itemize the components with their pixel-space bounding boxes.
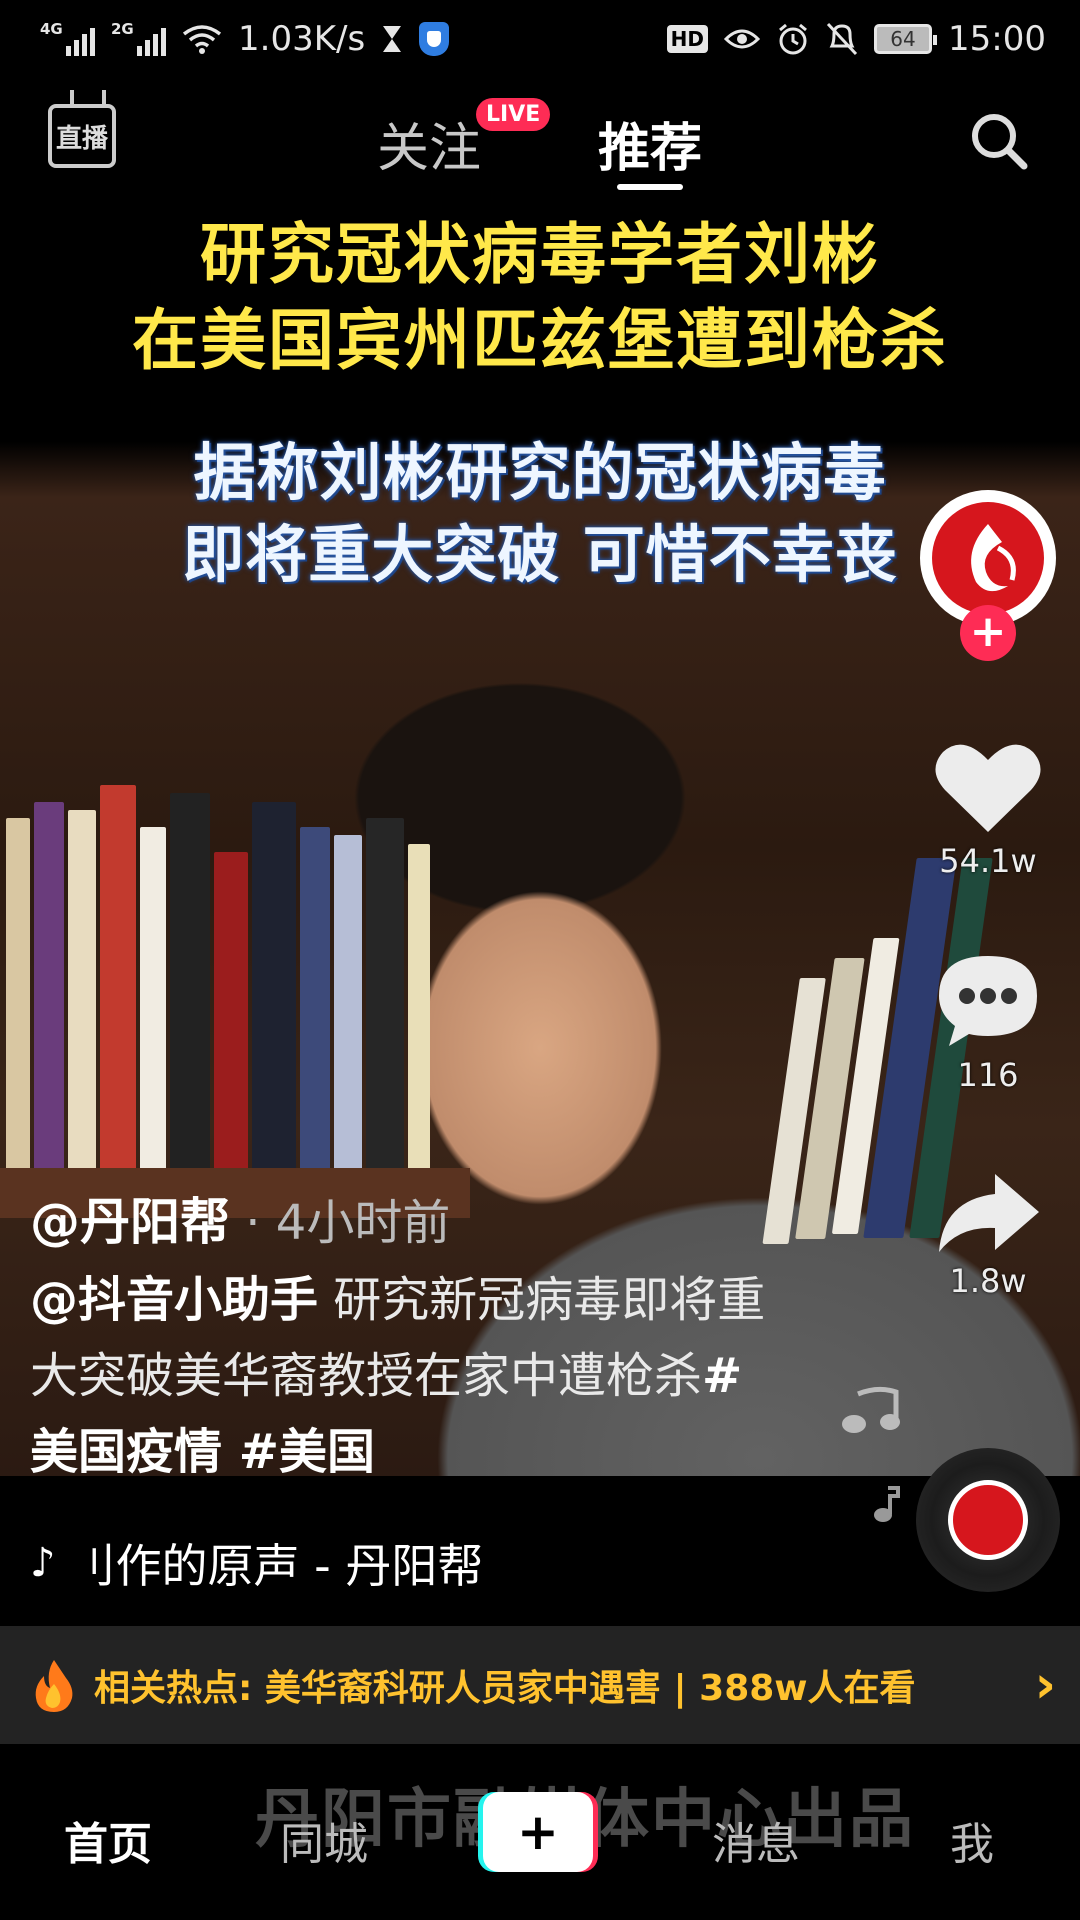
live-tv-icon[interactable]: 直播 [48, 104, 116, 168]
signal-icon-1: 4G [40, 20, 95, 56]
create-button[interactable]: + [478, 1792, 598, 1872]
security-shield-icon [419, 22, 450, 56]
hourglass-icon [383, 26, 402, 52]
network-type-2: 2G [111, 20, 134, 38]
video-subhead: 据称刘彬研究的冠状病毒 即将重大突破 可惜不幸丧 [70, 432, 1010, 596]
wifi-icon [182, 25, 222, 54]
mute-bell-icon [826, 22, 858, 56]
video-headline-line1: 研究冠状病毒学者刘彬 [200, 216, 880, 293]
live-badge: LIVE [476, 98, 551, 131]
floating-music-note-icon-2 [874, 1486, 900, 1522]
video-headline-line2: 在美国宾州匹兹堡遭到枪杀 [132, 302, 948, 379]
like-count: 54.1w [939, 842, 1037, 880]
broadcaster-logo-icon [971, 524, 1016, 592]
alarm-icon [779, 23, 807, 55]
music-note-icon: ♪ [30, 1540, 56, 1586]
follow-plus-button[interactable]: + [960, 605, 1016, 661]
author-name[interactable]: @丹阳帮 [30, 1193, 230, 1251]
comment-button[interactable]: 116 [928, 950, 1048, 1094]
search-icon[interactable] [968, 110, 1030, 172]
share-count: 1.8w [949, 1262, 1027, 1300]
tab-nearby[interactable]: 同城 [280, 1808, 368, 1872]
like-button[interactable]: 54.1w [928, 740, 1048, 880]
bookshelf-books [0, 768, 440, 1188]
battery-icon: 64 [874, 24, 938, 54]
music-line[interactable]: ♪ 刂作的原声 - 丹阳帮 [30, 1530, 483, 1596]
video-subhead-line2: 即将重大突破 可惜不幸丧 [182, 518, 898, 591]
caption-mention[interactable]: @抖音小助手 [30, 1272, 318, 1328]
active-tab-indicator [617, 184, 683, 190]
fire-icon [35, 1660, 73, 1712]
chevron-right-icon: › [1034, 1655, 1056, 1715]
tab-messages[interactable]: 消息 [712, 1808, 800, 1872]
signal-icon-2: 2G [111, 20, 166, 56]
video-subhead-line1: 据称刘彬研究的冠状病毒 [193, 436, 887, 509]
live-tv-label: 直播 [55, 123, 108, 154]
avatar-logo [932, 502, 1044, 614]
hd-badge: HD [666, 25, 709, 53]
status-bar: 4G 2G 1.03K/s HD 64 15:00 [0, 0, 1080, 78]
author-line: @丹阳帮 · 4小时前 [30, 1182, 450, 1254]
music-disc-cover [948, 1480, 1028, 1560]
post-caption[interactable]: @抖音小助手 研究新冠病毒即将重大突破美华裔教授在家中遭枪杀#美国疫情 #美国 [30, 1262, 770, 1490]
clock: 15:00 [948, 19, 1046, 59]
battery-level: 64 [890, 27, 916, 51]
heart-icon [935, 744, 1041, 832]
eye-icon [724, 29, 761, 49]
post-time: · 4小时前 [230, 1195, 451, 1251]
tab-home[interactable]: 首页 [64, 1808, 152, 1872]
tab-me[interactable]: 我 [950, 1808, 994, 1872]
share-icon [939, 1174, 1039, 1252]
comment-icon [939, 956, 1037, 1046]
comment-count: 116 [957, 1056, 1019, 1094]
music-disc[interactable] [916, 1448, 1060, 1592]
floating-music-note-icon [842, 1386, 900, 1433]
hot-topic-bar[interactable]: 相关热点: 美华裔科研人员家中遇害 | 388w人在看 › [0, 1626, 1080, 1744]
network-speed: 1.03K/s [238, 19, 366, 59]
tab-follow[interactable]: 关注 [377, 106, 481, 181]
hashtag-us[interactable]: #美国 [222, 1424, 375, 1480]
top-nav: 直播 关注 LIVE 推荐 [0, 90, 1080, 200]
video-headline: 研究冠状病毒学者刘彬 在美国宾州匹兹堡遭到枪杀 [0, 212, 1080, 384]
plus-icon: + [483, 1792, 593, 1872]
music-title: 刂作的原声 - 丹阳帮 [69, 1539, 484, 1593]
hot-topic-text: 相关热点: 美华裔科研人员家中遇害 | 388w人在看 [94, 1668, 916, 1709]
share-button[interactable]: 1.8w [928, 1170, 1048, 1300]
network-type-1: 4G [40, 20, 63, 38]
tab-recommend[interactable]: 推荐 [598, 106, 702, 181]
